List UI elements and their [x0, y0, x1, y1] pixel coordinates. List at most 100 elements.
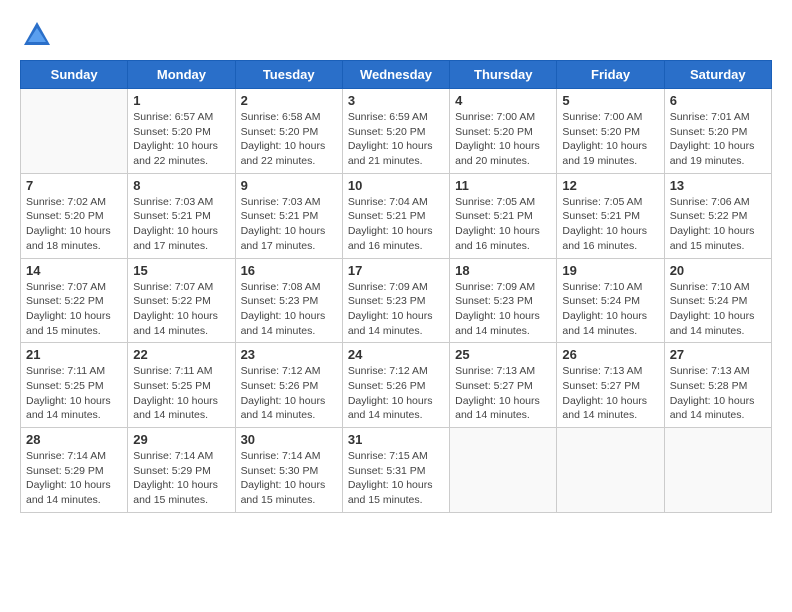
week-row-4: 21 Sunrise: 7:11 AM Sunset: 5:25 PM Dayli…	[21, 343, 772, 428]
weekday-header-tuesday: Tuesday	[235, 61, 342, 89]
calendar-cell: 16 Sunrise: 7:08 AM Sunset: 5:23 PM Dayli…	[235, 258, 342, 343]
calendar-cell: 3 Sunrise: 6:59 AM Sunset: 5:20 PM Daylig…	[342, 89, 449, 174]
calendar-cell: 28 Sunrise: 7:14 AM Sunset: 5:29 PM Dayli…	[21, 428, 128, 513]
calendar-cell: 21 Sunrise: 7:11 AM Sunset: 5:25 PM Dayli…	[21, 343, 128, 428]
weekday-header-monday: Monday	[128, 61, 235, 89]
day-info: Sunrise: 7:13 AM Sunset: 5:27 PM Dayligh…	[455, 364, 551, 423]
day-info: Sunrise: 7:09 AM Sunset: 5:23 PM Dayligh…	[348, 280, 444, 339]
day-info: Sunrise: 7:15 AM Sunset: 5:31 PM Dayligh…	[348, 449, 444, 508]
calendar-cell: 10Sunrise: 7:04 AM Sunset: 5:21 PM Dayli…	[342, 173, 449, 258]
day-number: 26	[562, 347, 658, 362]
week-row-2: 7Sunrise: 7:02 AM Sunset: 5:20 PM Daylig…	[21, 173, 772, 258]
calendar-cell: 30 Sunrise: 7:14 AM Sunset: 5:30 PM Dayli…	[235, 428, 342, 513]
day-number: 6	[670, 93, 766, 108]
calendar-cell: 1 Sunrise: 6:57 AM Sunset: 5:20 PM Daylig…	[128, 89, 235, 174]
calendar-cell: 22 Sunrise: 7:11 AM Sunset: 5:25 PM Dayli…	[128, 343, 235, 428]
day-info: Sunrise: 7:12 AM Sunset: 5:26 PM Dayligh…	[241, 364, 337, 423]
day-info: Sunrise: 7:00 AM Sunset: 5:20 PM Dayligh…	[562, 110, 658, 169]
week-row-5: 28 Sunrise: 7:14 AM Sunset: 5:29 PM Dayli…	[21, 428, 772, 513]
day-info: Sunrise: 7:14 AM Sunset: 5:29 PM Dayligh…	[133, 449, 229, 508]
day-number: 31	[348, 432, 444, 447]
calendar-cell: 13 Sunrise: 7:06 AM Sunset: 5:22 PM Dayli…	[664, 173, 771, 258]
calendar-cell: 12 Sunrise: 7:05 AM Sunset: 5:21 PM Dayli…	[557, 173, 664, 258]
day-info: Sunrise: 7:13 AM Sunset: 5:27 PM Dayligh…	[562, 364, 658, 423]
day-number: 30	[241, 432, 337, 447]
weekday-header-sunday: Sunday	[21, 61, 128, 89]
day-number: 17	[348, 263, 444, 278]
day-info: Sunrise: 7:08 AM Sunset: 5:23 PM Dayligh…	[241, 280, 337, 339]
calendar-cell: 2 Sunrise: 6:58 AM Sunset: 5:20 PM Daylig…	[235, 89, 342, 174]
day-number: 19	[562, 263, 658, 278]
day-number: 5	[562, 93, 658, 108]
week-row-3: 14 Sunrise: 7:07 AM Sunset: 5:22 PM Dayli…	[21, 258, 772, 343]
calendar-header: SundayMondayTuesdayWednesdayThursdayFrid…	[21, 61, 772, 89]
day-number: 20	[670, 263, 766, 278]
calendar-cell: 17 Sunrise: 7:09 AM Sunset: 5:23 PM Dayli…	[342, 258, 449, 343]
day-info: Sunrise: 7:14 AM Sunset: 5:30 PM Dayligh…	[241, 449, 337, 508]
calendar-cell: 23Sunrise: 7:12 AM Sunset: 5:26 PM Dayli…	[235, 343, 342, 428]
calendar-cell: 8Sunrise: 7:03 AM Sunset: 5:21 PM Daylig…	[128, 173, 235, 258]
day-info: Sunrise: 6:59 AM Sunset: 5:20 PM Dayligh…	[348, 110, 444, 169]
day-info: Sunrise: 7:10 AM Sunset: 5:24 PM Dayligh…	[670, 280, 766, 339]
calendar-body: 1 Sunrise: 6:57 AM Sunset: 5:20 PM Daylig…	[21, 89, 772, 513]
calendar-cell: 20 Sunrise: 7:10 AM Sunset: 5:24 PM Dayli…	[664, 258, 771, 343]
calendar-cell: 14 Sunrise: 7:07 AM Sunset: 5:22 PM Dayli…	[21, 258, 128, 343]
day-info: Sunrise: 7:05 AM Sunset: 5:21 PM Dayligh…	[455, 195, 551, 254]
day-number: 1	[133, 93, 229, 108]
day-info: Sunrise: 7:06 AM Sunset: 5:22 PM Dayligh…	[670, 195, 766, 254]
day-info: Sunrise: 7:07 AM Sunset: 5:22 PM Dayligh…	[26, 280, 122, 339]
calendar-cell	[664, 428, 771, 513]
day-number: 10	[348, 178, 444, 193]
logo-icon	[22, 20, 52, 50]
calendar-cell: 9 Sunrise: 7:03 AM Sunset: 5:21 PM Daylig…	[235, 173, 342, 258]
day-number: 16	[241, 263, 337, 278]
day-info: Sunrise: 7:05 AM Sunset: 5:21 PM Dayligh…	[562, 195, 658, 254]
calendar-cell: 26 Sunrise: 7:13 AM Sunset: 5:27 PM Dayli…	[557, 343, 664, 428]
day-number: 3	[348, 93, 444, 108]
day-info: Sunrise: 7:11 AM Sunset: 5:25 PM Dayligh…	[26, 364, 122, 423]
calendar-cell	[450, 428, 557, 513]
day-number: 22	[133, 347, 229, 362]
day-info: Sunrise: 7:11 AM Sunset: 5:25 PM Dayligh…	[133, 364, 229, 423]
day-number: 2	[241, 93, 337, 108]
day-number: 25	[455, 347, 551, 362]
day-info: Sunrise: 7:01 AM Sunset: 5:20 PM Dayligh…	[670, 110, 766, 169]
day-number: 7	[26, 178, 122, 193]
day-info: Sunrise: 7:00 AM Sunset: 5:20 PM Dayligh…	[455, 110, 551, 169]
calendar-cell: 11Sunrise: 7:05 AM Sunset: 5:21 PM Dayli…	[450, 173, 557, 258]
calendar-cell: 7Sunrise: 7:02 AM Sunset: 5:20 PM Daylig…	[21, 173, 128, 258]
weekday-row: SundayMondayTuesdayWednesdayThursdayFrid…	[21, 61, 772, 89]
calendar-cell: 25 Sunrise: 7:13 AM Sunset: 5:27 PM Dayli…	[450, 343, 557, 428]
logo	[20, 20, 52, 50]
day-info: Sunrise: 7:13 AM Sunset: 5:28 PM Dayligh…	[670, 364, 766, 423]
calendar-cell	[557, 428, 664, 513]
week-row-1: 1 Sunrise: 6:57 AM Sunset: 5:20 PM Daylig…	[21, 89, 772, 174]
calendar-cell: 27 Sunrise: 7:13 AM Sunset: 5:28 PM Dayli…	[664, 343, 771, 428]
day-number: 24	[348, 347, 444, 362]
calendar-cell: 15Sunrise: 7:07 AM Sunset: 5:22 PM Dayli…	[128, 258, 235, 343]
day-number: 27	[670, 347, 766, 362]
day-info: Sunrise: 7:10 AM Sunset: 5:24 PM Dayligh…	[562, 280, 658, 339]
calendar-cell: 18Sunrise: 7:09 AM Sunset: 5:23 PM Dayli…	[450, 258, 557, 343]
calendar-cell: 31 Sunrise: 7:15 AM Sunset: 5:31 PM Dayli…	[342, 428, 449, 513]
weekday-header-thursday: Thursday	[450, 61, 557, 89]
day-number: 9	[241, 178, 337, 193]
day-number: 21	[26, 347, 122, 362]
day-info: Sunrise: 6:57 AM Sunset: 5:20 PM Dayligh…	[133, 110, 229, 169]
day-number: 4	[455, 93, 551, 108]
calendar-cell: 4 Sunrise: 7:00 AM Sunset: 5:20 PM Daylig…	[450, 89, 557, 174]
day-info: Sunrise: 7:03 AM Sunset: 5:21 PM Dayligh…	[133, 195, 229, 254]
day-number: 18	[455, 263, 551, 278]
day-info: Sunrise: 7:03 AM Sunset: 5:21 PM Dayligh…	[241, 195, 337, 254]
calendar-cell: 24 Sunrise: 7:12 AM Sunset: 5:26 PM Dayli…	[342, 343, 449, 428]
day-number: 13	[670, 178, 766, 193]
day-info: Sunrise: 6:58 AM Sunset: 5:20 PM Dayligh…	[241, 110, 337, 169]
day-number: 14	[26, 263, 122, 278]
day-number: 12	[562, 178, 658, 193]
weekday-header-friday: Friday	[557, 61, 664, 89]
header	[20, 20, 772, 50]
day-info: Sunrise: 7:12 AM Sunset: 5:26 PM Dayligh…	[348, 364, 444, 423]
day-info: Sunrise: 7:14 AM Sunset: 5:29 PM Dayligh…	[26, 449, 122, 508]
day-number: 28	[26, 432, 122, 447]
calendar-cell	[21, 89, 128, 174]
